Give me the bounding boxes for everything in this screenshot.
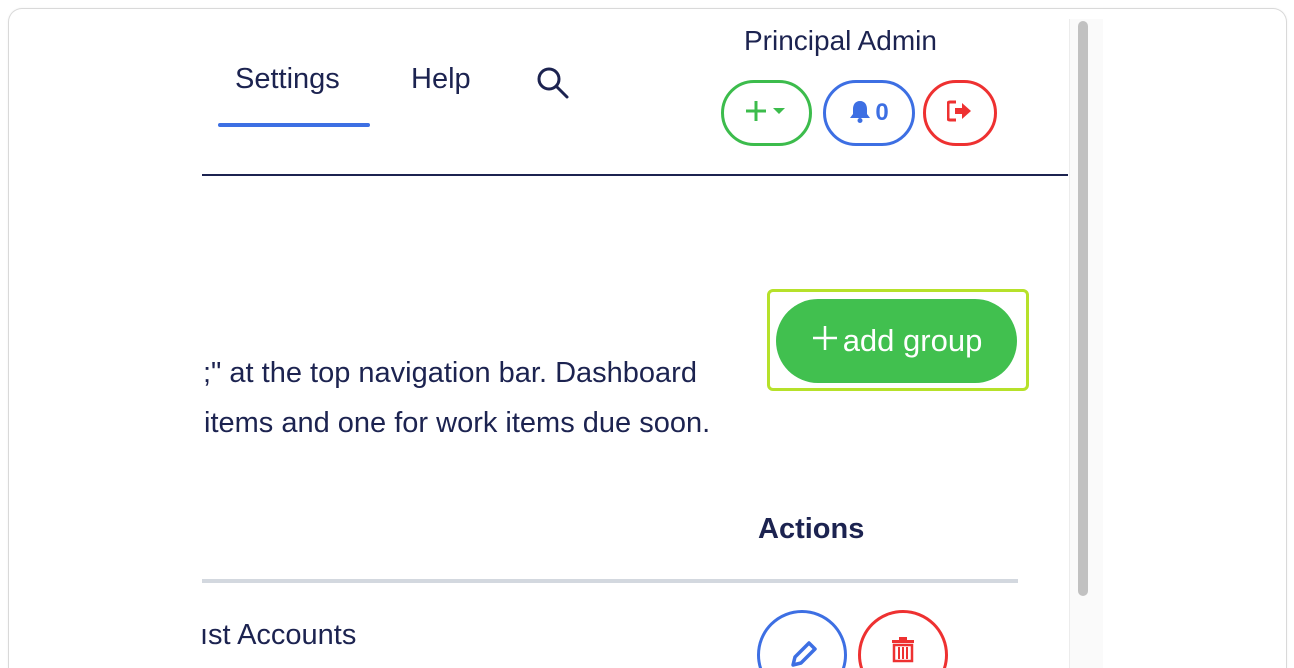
- add-group-button[interactable]: add group: [776, 299, 1017, 383]
- search-icon[interactable]: [535, 65, 571, 101]
- page-viewport: Principal Admin Settings Help 0 add grou…: [9, 9, 1068, 668]
- user-name: Principal Admin: [744, 25, 937, 56]
- table-header-actions: Actions: [758, 513, 865, 545]
- plus-dropdown-icon: [744, 98, 790, 129]
- logout-icon: [946, 100, 973, 127]
- delete-button[interactable]: [858, 610, 948, 668]
- nav-tab-settings[interactable]: Settings: [235, 63, 340, 96]
- scrollbar-thumb[interactable]: [1078, 21, 1088, 596]
- header-divider: [202, 174, 1068, 176]
- trash-icon: [890, 635, 916, 668]
- notification-count-badge: 0: [875, 99, 889, 126]
- description-line-1: ;" at the top navigation bar. Dashboard: [203, 357, 697, 389]
- active-tab-indicator: [218, 123, 370, 127]
- table-row-name: ıst Accounts: [200, 619, 357, 651]
- pencil-icon: [785, 635, 819, 668]
- description-line-2: items and one for work items due soon.: [204, 407, 711, 439]
- quick-add-dropdown-button[interactable]: [721, 80, 812, 146]
- browser-frame: Principal Admin Settings Help 0 add grou…: [8, 8, 1287, 668]
- vertical-scrollbar[interactable]: [1069, 19, 1103, 668]
- notifications-button[interactable]: 0: [823, 80, 915, 146]
- plus-icon: [811, 319, 839, 359]
- nav-tab-help[interactable]: Help: [411, 63, 471, 96]
- table-header-divider: [202, 579, 1018, 583]
- add-group-label: add group: [842, 323, 983, 358]
- edit-button[interactable]: [757, 610, 847, 668]
- logout-button[interactable]: [923, 80, 997, 146]
- bell-icon: [849, 99, 871, 128]
